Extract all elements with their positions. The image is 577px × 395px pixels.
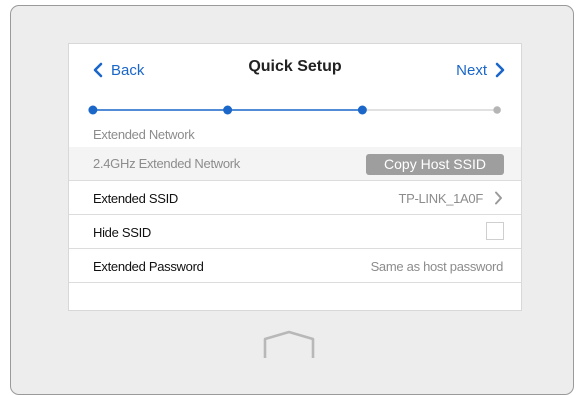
page-title: Quick Setup (248, 58, 342, 75)
quick-setup-screen: Back Quick Setup Next Extended Network 2… (68, 43, 522, 311)
progress-step-dot (223, 105, 233, 115)
section-header-2g: 2.4GHz Extended Network Copy Host SSID (69, 147, 521, 180)
divider (69, 282, 521, 283)
hide-ssid-checkbox[interactable] (486, 222, 504, 240)
top-bar: Back Quick Setup Next (69, 44, 521, 94)
extended-ssid-label: Extended SSID (93, 191, 178, 206)
hide-ssid-label: Hide SSID (93, 225, 151, 240)
step-progress-bar (88, 105, 501, 115)
progress-step-dot (357, 105, 367, 115)
extended-password-row[interactable]: Extended Password Same as host password (69, 249, 521, 282)
hide-ssid-row: Hide SSID (69, 215, 521, 248)
chevron-right-icon (495, 62, 505, 78)
step-label: Extended Network (93, 127, 195, 142)
next-label: Next (456, 61, 487, 79)
extended-password-value: Same as host password (370, 259, 504, 274)
next-button[interactable]: Next (456, 59, 505, 81)
extended-password-label: Extended Password (93, 259, 204, 274)
extended-ssid-value: TP-LINK_1A0F (398, 191, 483, 206)
extended-ssid-row[interactable]: Extended SSID TP-LINK_1A0F (69, 181, 521, 214)
home-icon[interactable] (262, 330, 316, 365)
section-label: 2.4GHz Extended Network (93, 156, 241, 171)
copy-host-ssid-button[interactable]: Copy Host SSID (366, 154, 504, 175)
chevron-right-icon (494, 191, 503, 210)
progress-step-dot (493, 106, 501, 114)
progress-step-dot (88, 105, 98, 115)
